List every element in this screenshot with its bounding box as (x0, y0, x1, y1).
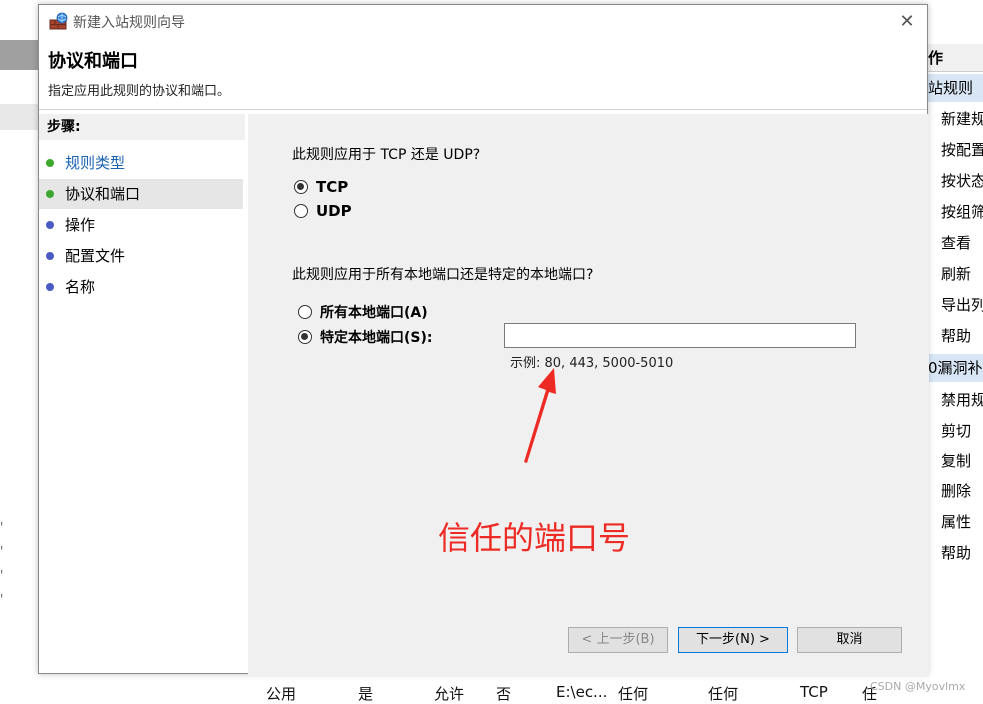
action-delete[interactable]: 删除 (926, 476, 983, 506)
ports-question: 此规则应用于所有本地端口还是特定的本地端口? (292, 267, 594, 283)
step-label: 操作 (65, 216, 96, 234)
action-copy[interactable]: 复制 (926, 446, 983, 476)
step-rule-type[interactable]: 规则类型 (39, 148, 243, 178)
page-title: 协议和端口 (48, 51, 138, 72)
action-refresh[interactable]: 刷新 (926, 259, 983, 289)
step-pending-icon (46, 283, 54, 291)
header-divider (39, 109, 927, 110)
protocol-question: 此规则应用于 TCP 还是 UDP? (292, 147, 481, 163)
table-cell-profile: 公用 (266, 685, 297, 703)
step-label: 协议和端口 (65, 185, 141, 203)
step-protocol-ports[interactable]: 协议和端口 (39, 179, 243, 209)
radio-checked-icon[interactable] (298, 330, 312, 344)
watermark: CSDN @Myovlmx (870, 680, 966, 693)
radio-specific-ports-label: 特定本地端口(S): (320, 330, 433, 346)
wizard-content: 此规则应用于 TCP 还是 UDP? TCP UDP 此规则应用于所有本地端口还… (248, 114, 929, 677)
background-table-row[interactable] (0, 680, 983, 702)
action-cut[interactable]: 剪切 (926, 416, 983, 446)
table-cell-protocol: TCP (800, 683, 828, 701)
dialog-title: 新建入站规则向导 (73, 15, 185, 31)
table-cell-enabled: 是 (358, 685, 374, 703)
annotation-label: 信任的端口号 (438, 519, 631, 557)
action-help-2[interactable]: 帮助 (926, 538, 983, 568)
table-cell-remote-address: 任何 (708, 685, 739, 703)
step-current-icon (46, 190, 54, 198)
step-profile: 配置文件 (39, 241, 243, 271)
actions-section-inbound[interactable]: 站规则 (926, 74, 983, 102)
actions-title: 作 (926, 44, 983, 72)
close-button[interactable]: ✕ (893, 9, 921, 35)
steps-pane: 步骤: 规则类型 协议和端口 操作 配置文件 名称 (39, 114, 245, 673)
radio-all-ports-label: 所有本地端口(A) (320, 305, 428, 321)
next-button[interactable]: 下一步(N) > (678, 627, 788, 653)
back-button[interactable]: < 上一步(B) (568, 627, 668, 653)
action-help[interactable]: 帮助 (926, 321, 983, 351)
background-tree-ellipsis: ' ' ' ' (0, 520, 4, 606)
step-pending-icon (46, 252, 54, 260)
action-new-rule[interactable]: 新建规 (926, 104, 983, 134)
step-complete-icon (46, 159, 54, 167)
radio-all-ports[interactable]: 所有本地端口(A) (298, 302, 428, 322)
action-view[interactable]: 查看 (926, 228, 983, 258)
background-selected-row (0, 104, 40, 130)
action-filter-state[interactable]: 按状态 (926, 166, 983, 196)
page-description: 指定应用此规则的协议和端口。 (48, 84, 231, 99)
table-cell-action: 允许 (434, 685, 465, 703)
action-properties[interactable]: 属性 (926, 507, 983, 537)
action-export-list[interactable]: 导出列 (926, 290, 983, 320)
step-label: 名称 (65, 278, 96, 296)
step-action: 操作 (39, 210, 243, 240)
radio-udp-label: UDP (316, 202, 352, 220)
action-disable-rule[interactable]: 禁用规 (926, 385, 983, 415)
step-label: 规则类型 (65, 154, 126, 172)
table-cell-program: E:\ec... (556, 683, 608, 701)
action-filter-profile[interactable]: 按配置 (926, 135, 983, 165)
radio-checked-icon[interactable] (294, 180, 308, 194)
radio-tcp[interactable]: TCP (294, 178, 348, 196)
radio-tcp-label: TCP (316, 178, 349, 196)
new-inbound-rule-wizard: 新建入站规则向导 ✕ 协议和端口 指定应用此规则的协议和端口。 步骤: 规则类型… (38, 4, 929, 677)
step-name: 名称 (39, 272, 243, 302)
specific-ports-input[interactable] (504, 323, 856, 348)
dialog-titlebar[interactable]: 新建入站规则向导 ✕ (39, 5, 927, 39)
step-pending-icon (46, 221, 54, 229)
radio-udp[interactable]: UDP (294, 202, 352, 220)
action-filter-group[interactable]: 按组筛 (926, 197, 983, 227)
firewall-icon (49, 12, 68, 30)
cancel-button[interactable]: 取消 (797, 627, 902, 653)
step-label: 配置文件 (65, 247, 126, 265)
radio-unchecked-icon[interactable] (298, 305, 312, 319)
background-header-strip (0, 40, 40, 70)
table-cell-local-address: 任何 (618, 685, 649, 703)
radio-unchecked-icon[interactable] (294, 204, 308, 218)
steps-heading: 步骤: (39, 114, 245, 140)
annotation-arrow (524, 368, 556, 463)
table-cell-override: 否 (496, 685, 512, 703)
radio-specific-ports[interactable]: 特定本地端口(S): (298, 327, 432, 347)
actions-pane: 作 站规则 新建规 按配置 按状态 按组筛 查看 刷新 导出列 帮助 0漏洞补 … (926, 44, 983, 624)
actions-section-rule[interactable]: 0漏洞补 (926, 354, 983, 382)
close-icon: ✕ (899, 11, 915, 32)
